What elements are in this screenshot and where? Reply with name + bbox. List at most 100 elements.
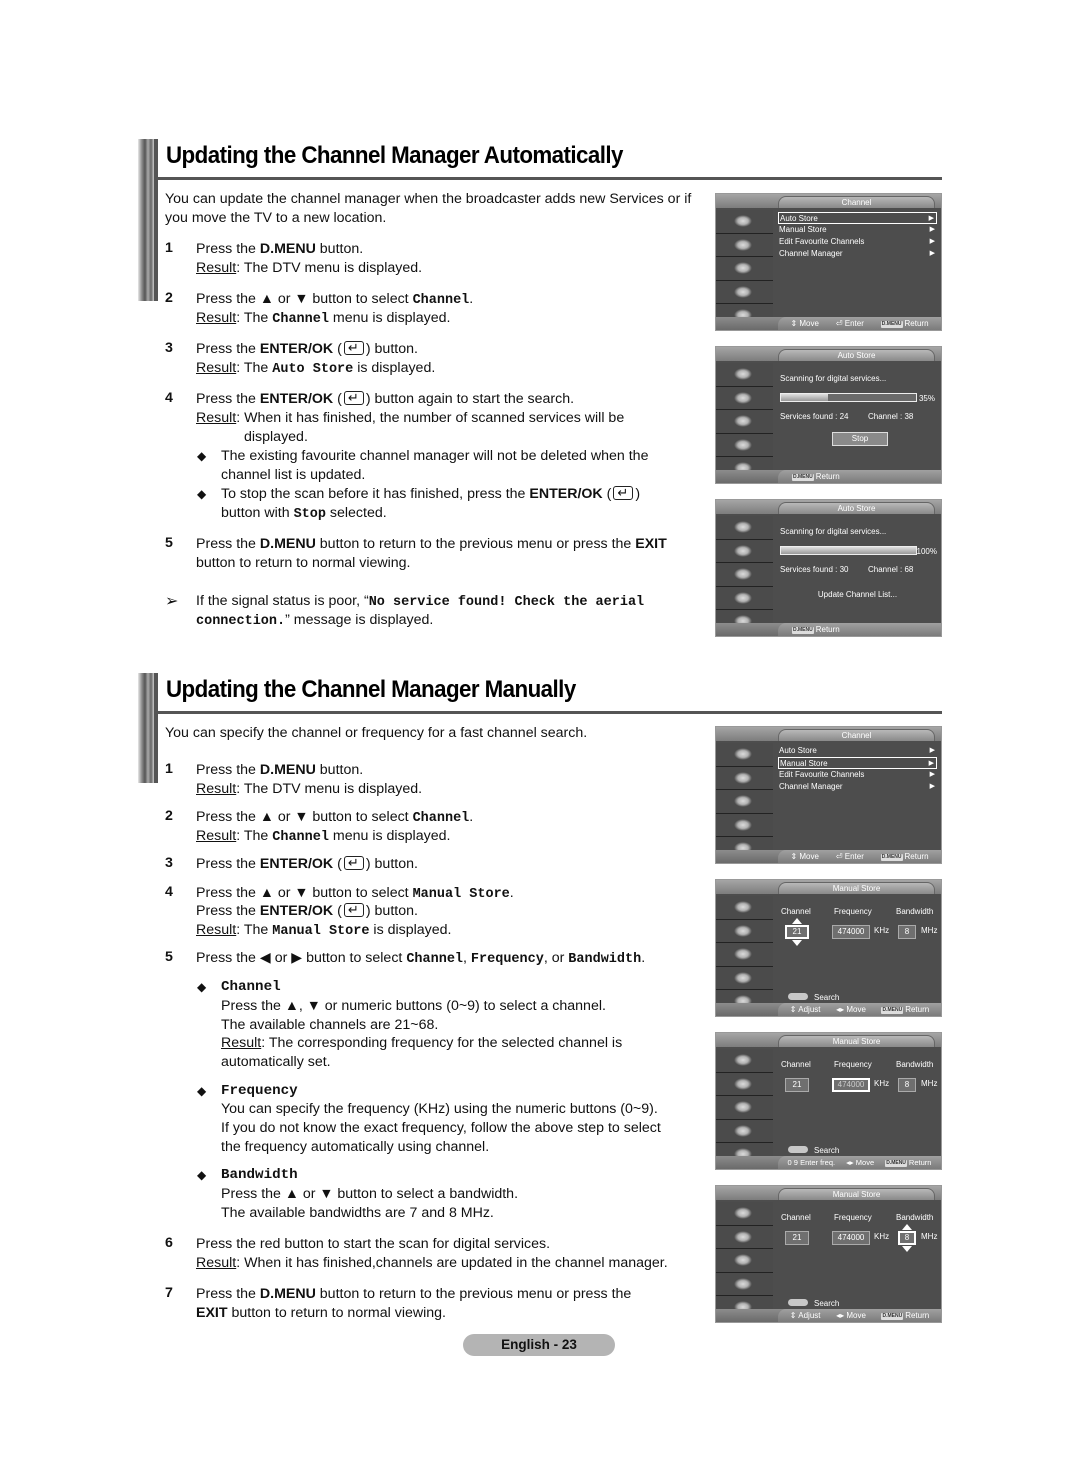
- osd-manual-store-channel: Manual Store Channel Frequency Bandwidth…: [715, 879, 942, 1017]
- option-channel-line2: The available channels are 21~68.: [221, 1017, 439, 1033]
- channel-field[interactable]: 21: [785, 1231, 809, 1245]
- osd-footer: D.MENU Return: [778, 623, 941, 636]
- frequency-field[interactable]: 474000: [832, 1078, 870, 1092]
- bullet-1-line2: channel list is updated.: [221, 467, 366, 483]
- tv-icon: [716, 943, 773, 967]
- channel-field[interactable]: 21: [785, 925, 809, 939]
- arrow-up-icon: [902, 1224, 912, 1230]
- bandwidth-field[interactable]: 8: [898, 1078, 916, 1092]
- services-found: Services found : 24: [780, 412, 849, 421]
- step-number: 3: [165, 855, 173, 871]
- menu-item-channel-manager[interactable]: Channel Manager ▶: [778, 248, 937, 260]
- bandwidth-field[interactable]: 8: [898, 925, 916, 939]
- menu-item-edit-favourite[interactable]: Edit Favourite Channels ▶: [778, 236, 937, 248]
- sound-icon: [716, 586, 773, 611]
- sound-icon: [716, 966, 773, 991]
- frequency-unit: KHz: [874, 926, 890, 935]
- menu-item-edit-favourite[interactable]: Edit Favourite Channels ▶: [778, 769, 937, 781]
- arrow-right-icon: ▶: [929, 238, 935, 245]
- step-7-text-line2: EXIT button to return to normal viewing.: [196, 1305, 446, 1321]
- menu-item-auto-store[interactable]: Auto Store ▶: [778, 212, 937, 224]
- tv-icon: [716, 1096, 773, 1120]
- leftright-icon: ◂▸: [836, 1311, 845, 1320]
- diamond-bullet-icon: ◆: [197, 487, 207, 501]
- frequency-field[interactable]: 474000: [832, 925, 870, 939]
- menu-item-manual-store[interactable]: Manual Store ▶: [778, 757, 937, 769]
- search-label[interactable]: Search: [814, 993, 839, 1002]
- step-number: 6: [165, 1235, 173, 1251]
- channel-found: Channel : 68: [868, 565, 914, 574]
- option-frequency-label: Frequency: [221, 1083, 298, 1099]
- menu-item-manual-store[interactable]: Manual Store ▶: [778, 224, 937, 236]
- setup-icon: [716, 539, 773, 564]
- program-icon: [716, 516, 773, 540]
- leftright-icon: ◂▸: [836, 1005, 845, 1014]
- step-7-text: Press the D.MENU button to return to the…: [196, 1286, 632, 1302]
- red-button-icon: [788, 1299, 808, 1306]
- frequency-label: Frequency: [834, 1060, 872, 1069]
- menu-item-channel-manager[interactable]: Channel Manager ▶: [778, 781, 937, 793]
- step-number: 2: [165, 290, 173, 306]
- red-button-icon: [788, 993, 808, 1000]
- step-number: 4: [165, 884, 173, 900]
- osd-footer: ⇕ Move ⏎ Enter D.MENU Return: [778, 317, 941, 330]
- step-number: 7: [165, 1285, 173, 1301]
- arrow-right-icon: ▶: [929, 250, 935, 257]
- sound-icon: [716, 280, 773, 305]
- menu-item-auto-store[interactable]: Auto Store ▶: [778, 745, 937, 757]
- diamond-bullet-icon: ◆: [197, 1084, 207, 1098]
- osd-channel-menu-manual: Channel Auto Store ▶ Manual Store ▶ Edit F…: [715, 726, 942, 864]
- step-4-text: Press the ENTER/OK () button again to st…: [196, 388, 574, 409]
- bullet-2-line2: button with Stop selected.: [221, 505, 387, 522]
- note-line2: connection.” message is displayed.: [196, 612, 434, 629]
- step-1-result: Result: The DTV menu is displayed.: [196, 781, 423, 797]
- step-2-result: Result: The Channel menu is displayed.: [196, 828, 451, 845]
- diamond-bullet-icon: ◆: [197, 1168, 207, 1182]
- option-channel-result-cont: automatically set.: [221, 1054, 331, 1070]
- step-4-result: Result: The Manual Store is displayed.: [196, 922, 452, 939]
- arrow-right-icon: ▶: [929, 783, 935, 790]
- scan-progress-bar: [780, 546, 917, 555]
- dmenu-icon: D.MENU: [885, 1160, 907, 1167]
- step-5-text: Press the D.MENU button to return to the…: [196, 536, 667, 571]
- section-divider: [156, 177, 942, 180]
- step-number: 2: [165, 808, 173, 824]
- scan-progress-bar: [780, 393, 917, 402]
- updown-icon: ⇕: [789, 1311, 797, 1320]
- step-4-result: Result: When it has finished, the number…: [196, 410, 625, 426]
- program-icon: [716, 210, 773, 234]
- search-label[interactable]: Search: [814, 1146, 839, 1155]
- program-icon: [716, 1202, 773, 1226]
- osd-title: Channel: [778, 729, 935, 741]
- bandwidth-unit: MHz: [921, 1232, 938, 1241]
- dmenu-icon: D.MENU: [881, 1007, 904, 1014]
- stop-button[interactable]: Stop: [832, 432, 888, 446]
- search-label[interactable]: Search: [814, 1299, 839, 1308]
- osd-sidebar: [716, 1049, 773, 1167]
- arrow-right-icon: ▶: [928, 760, 934, 767]
- section-accent-bar: [138, 139, 158, 301]
- step-2-result: Result: The Channel menu is displayed.: [196, 310, 451, 327]
- bandwidth-label: Bandwidth: [896, 1213, 934, 1222]
- frequency-unit: KHz: [874, 1079, 890, 1088]
- updown-icon: ⇕: [789, 1005, 797, 1014]
- numeric-keys-icon: 0 9: [787, 1158, 798, 1167]
- red-button-icon: [788, 1146, 808, 1153]
- frequency-label: Frequency: [834, 907, 872, 916]
- enter-icon: ⏎: [835, 319, 843, 328]
- bandwidth-unit: MHz: [921, 926, 938, 935]
- bandwidth-field[interactable]: 8: [898, 1231, 916, 1245]
- progress-percent: 35%: [918, 394, 935, 403]
- dmenu-icon: D.MENU: [792, 474, 814, 481]
- channel-field[interactable]: 21: [785, 1078, 809, 1092]
- arrow-right-icon: ▶: [928, 215, 934, 222]
- osd-sidebar: [716, 516, 773, 634]
- frequency-field[interactable]: 474000: [832, 1231, 870, 1245]
- updown-icon: ⇕: [790, 319, 798, 328]
- channel-label: Channel: [781, 1213, 811, 1222]
- note-line1: If the signal status is poor, “No servic…: [196, 593, 645, 610]
- dmenu-icon: D.MENU: [880, 321, 903, 328]
- step-4-text-line2: Press the ENTER/OK () button.: [196, 900, 418, 921]
- option-frequency-line2: If you do not know the exact frequency, …: [221, 1120, 661, 1136]
- diamond-bullet-icon: ◆: [197, 980, 207, 994]
